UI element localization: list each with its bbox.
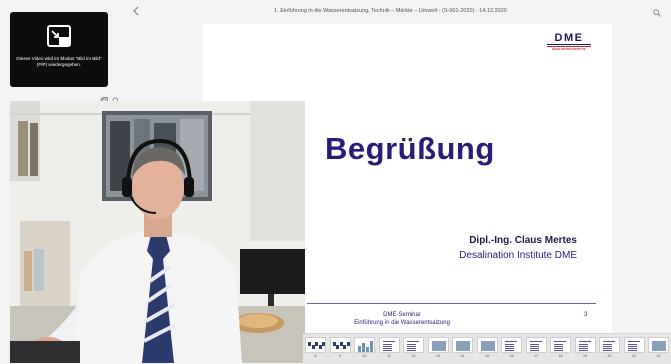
slide-thumbnail[interactable] xyxy=(599,337,620,353)
thumbnail-number: 11 xyxy=(387,354,391,358)
thumbnail-number: 14 xyxy=(460,354,465,358)
thumbnail-number: 8 xyxy=(314,354,317,358)
thumbnail-number: 9 xyxy=(339,354,341,358)
slide-filmstrip: 8 9 10 11 12 13 14 15 16 17 18 19 20 21 22 xyxy=(303,333,671,364)
thumbnail-number: 18 xyxy=(558,354,563,358)
pip-exit-icon[interactable] xyxy=(47,25,71,49)
pip-toolbar xyxy=(100,92,122,105)
presenter-webcam-video[interactable] xyxy=(10,101,305,363)
pip-message: Dieses Video wird im Modus "Bild im Bild… xyxy=(16,56,102,67)
logo-rule-red xyxy=(547,46,591,48)
slide-thumbnail[interactable] xyxy=(329,337,351,353)
slide-thumbnail[interactable] xyxy=(452,337,473,353)
slide-thumbnail[interactable] xyxy=(476,337,498,353)
slide-page-number: 3 xyxy=(584,312,588,318)
thumbnail-number: 15 xyxy=(485,354,489,358)
thumbnail-number: 19 xyxy=(583,354,587,358)
thumbnail-number: 20 xyxy=(607,354,612,358)
document-title: 1. Einführung in die Wasserentsalzung, T… xyxy=(274,8,507,14)
thumbnail-number: 22 xyxy=(656,354,661,358)
footer-course-title: Einführung in die Wasserentsalzung xyxy=(354,320,450,326)
slide-thumbnail[interactable] xyxy=(623,337,645,353)
footer-seminar: DME-Seminar xyxy=(383,312,421,318)
slide-title: Begrüßung xyxy=(325,131,495,166)
slide-thumbnail[interactable] xyxy=(427,337,449,353)
thumbnail-number: 12 xyxy=(411,354,416,358)
thumbnail-number: 13 xyxy=(436,354,440,358)
slide-thumbnail[interactable] xyxy=(525,337,547,353)
footer-divider xyxy=(307,303,596,304)
speaker-name: Dipl.-Ing. Claus Mertes xyxy=(469,235,577,246)
thumbnail-number: 16 xyxy=(509,354,514,358)
pip-placeholder[interactable]: Dieses Video wird im Modus "Bild im Bild… xyxy=(10,12,108,87)
thumbnail-number: 21 xyxy=(632,354,636,358)
logo-rule-navy xyxy=(547,44,591,46)
dme-logo-text: DME xyxy=(554,32,584,44)
dme-logo: DME DESALINATION INSTITUTE xyxy=(545,32,593,54)
slide-thumbnail[interactable] xyxy=(501,337,522,353)
search-icon[interactable] xyxy=(653,9,661,17)
thumbnail-number: 17 xyxy=(534,354,538,358)
slide-thumbnail[interactable] xyxy=(550,337,571,353)
slide-thumbnail[interactable] xyxy=(648,337,669,353)
slide-thumbnail[interactable] xyxy=(403,337,424,353)
slide-thumbnail[interactable] xyxy=(354,337,375,353)
slide-thumbnail[interactable] xyxy=(305,337,326,353)
slide-thumbnail[interactable] xyxy=(574,337,596,353)
slide-thumbnail[interactable] xyxy=(378,337,400,353)
thumbnail-number: 10 xyxy=(362,354,367,358)
dme-logo-subtitle: DESALINATION INSTITUTE xyxy=(552,48,586,51)
speaker-organization: Desalination Institute DME xyxy=(459,250,577,261)
presenter-scene xyxy=(10,101,305,363)
